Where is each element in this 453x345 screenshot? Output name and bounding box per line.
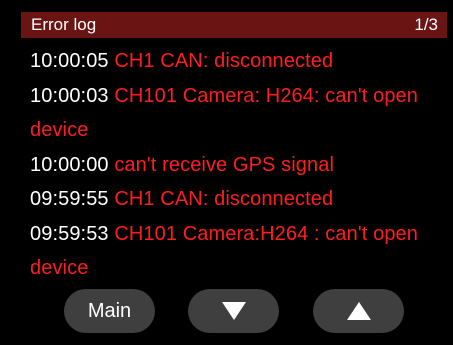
error-log-screen: Error log 1/3 10:00:05 CH1 CAN: disconne… bbox=[0, 0, 453, 345]
log-entry: 09:59:55 CH1 CAN: disconnected bbox=[30, 182, 430, 217]
log-entry-message: CH1 CAN: disconnected bbox=[114, 50, 334, 72]
log-entry: 10:00:03 CH101 Camera: H264: can't open … bbox=[30, 79, 430, 148]
triangle-down-icon bbox=[221, 302, 246, 320]
log-entry-message: can't receive GPS signal bbox=[114, 153, 334, 176]
log-entry-message: CH1 CAN: disconnected bbox=[114, 188, 334, 210]
log-entry: 09:59:53 CH101 Camera:H264 : can't open … bbox=[30, 217, 430, 286]
header-bar: Error log 1/3 bbox=[21, 12, 447, 38]
page-title: Error log bbox=[31, 15, 97, 34]
log-entry-time: 09:59:53 bbox=[30, 222, 109, 245]
main-button[interactable]: Main bbox=[64, 289, 155, 333]
button-bar: Main bbox=[0, 289, 453, 333]
log-entry: 10:00:00 can't receive GPS signal bbox=[30, 148, 430, 183]
log-entry-time: 10:00:05 bbox=[30, 50, 109, 72]
log-entry: 10:00:05 CH1 CAN: disconnected bbox=[30, 44, 430, 79]
scroll-up-button[interactable] bbox=[313, 289, 404, 333]
log-entry-time: 09:59:55 bbox=[30, 188, 109, 210]
page-indicator: 1/3 bbox=[414, 15, 438, 34]
error-log-list: 10:00:05 CH1 CAN: disconnected 10:00:03 … bbox=[30, 44, 430, 286]
triangle-up-icon bbox=[346, 302, 371, 320]
log-entry-time: 10:00:03 bbox=[30, 84, 109, 107]
log-entry-time: 10:00:00 bbox=[30, 153, 109, 176]
scroll-down-button[interactable] bbox=[188, 289, 279, 333]
